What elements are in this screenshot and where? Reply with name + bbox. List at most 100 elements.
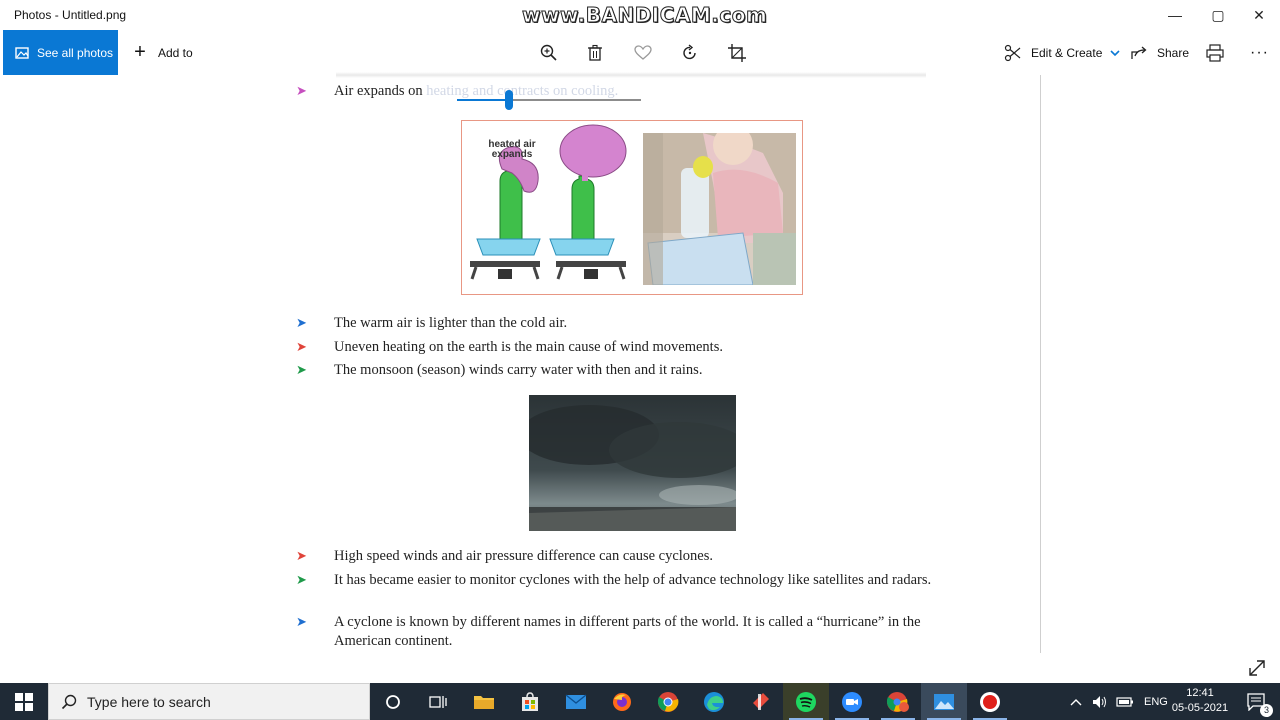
storm-cloud-photo [529,395,736,531]
edge-icon [704,691,724,712]
minimize-button[interactable]: — [1152,0,1198,30]
cortana-icon [386,694,400,709]
firefox-icon [613,692,631,711]
bullet-row: ➤ High speed winds and air pressure diff… [296,547,976,566]
favorite-button[interactable] [633,30,653,75]
mail-icon [565,693,587,709]
trash-icon [588,44,602,61]
task-view-button[interactable] [370,683,416,720]
chevron-down-icon [1110,49,1120,56]
share-icon [1131,46,1147,59]
bullet-arrow-icon: ➤ [296,572,307,587]
task-view-button-2[interactable] [415,683,461,720]
bullet-arrow-icon: ➤ [296,614,307,629]
bullet-row: ➤ The monsoon (season) winds carry water… [296,361,976,380]
bullet-row: ➤ A cyclone is known by different names … [296,613,976,651]
notification-center-button[interactable]: 3 [1234,683,1280,720]
battery-icon[interactable] [1116,696,1134,708]
add-to-button[interactable]: + Add to [130,30,193,75]
rotate-icon [683,43,696,59]
bullet-row: ➤ The warm air is lighter than the cold … [296,314,976,333]
chrome-app[interactable] [645,683,691,720]
share-button[interactable]: Share [1129,30,1189,75]
notification-count-badge: 3 [1260,704,1273,717]
firefox-app[interactable] [599,683,645,720]
share-label: Share [1157,45,1190,60]
bandicam-watermark: www.BANDICAM.com [521,3,768,28]
zoom-app[interactable] [829,683,875,720]
bullet-text: High speed winds and air pressure differ… [334,548,713,564]
store-icon [522,691,538,711]
print-button[interactable] [1205,30,1225,75]
store-app[interactable] [507,683,553,720]
see-all-photos-label: See all photos [37,45,114,60]
edit-create-button[interactable]: Edit & Create [1003,30,1120,75]
bullet-arrow-icon: ➤ [296,83,307,98]
paint-app[interactable] [737,683,783,720]
language-indicator[interactable]: ENG [1144,696,1168,708]
search-placeholder: Type here to search [87,693,211,710]
bullet-row: ➤ It has became easier to monitor cyclon… [296,571,976,590]
search-icon [61,694,77,709]
chevron-up-icon[interactable] [1070,697,1082,707]
paint-brush-icon [753,692,769,710]
bullet-text: It has became easier to monitor cyclones… [334,572,932,588]
chrome-profile-icon [886,691,909,712]
edit-create-icon [1004,44,1021,61]
plus-icon: + [134,41,146,63]
bullet-text: Air expands on [334,83,427,99]
figure-heated-air: heated air expands [461,120,803,295]
zoom-slider[interactable] [457,90,641,110]
mail-app[interactable] [553,683,599,720]
photos-app[interactable] [921,683,967,720]
task-view-icon [429,695,447,708]
windows-logo-icon [15,692,33,711]
printer-icon [1206,43,1224,62]
faded-text: heating and contracts on cooling. [426,83,619,99]
start-button[interactable] [0,683,48,720]
file-explorer-app[interactable] [461,683,507,720]
maximize-button[interactable]: ▢ [1195,0,1241,30]
child-experiment-photo [643,133,796,285]
folder-icon [474,695,494,709]
photos-icon [15,46,29,59]
photos-app-icon [934,693,954,710]
crop-icon [728,43,746,62]
taskbar-search-box[interactable]: Type here to search [48,683,370,720]
close-button[interactable]: ✕ [1236,0,1280,30]
zoom-slider-thumb[interactable] [504,90,513,110]
system-clock[interactable]: 12:41 05-05-2021 [1168,686,1232,716]
bullet-text: Uneven heating on the earth is the main … [334,339,723,355]
spotify-icon [796,691,816,712]
more-options-button[interactable]: ··· [1250,30,1269,75]
bullet-text: The monsoon (season) winds carry water w… [334,362,703,378]
bullet-arrow-icon: ➤ [296,362,307,377]
bandicam-app[interactable] [967,683,1013,720]
chrome-profile-app[interactable] [875,683,921,720]
record-icon [980,691,1000,712]
more-icon: ··· [1250,43,1269,61]
zoom-slider-fill [457,99,509,101]
edit-create-label: Edit & Create [1031,45,1103,60]
crop-button[interactable] [727,30,747,75]
see-all-photos-button[interactable]: See all photos [3,30,118,75]
window-title: Photos - Untitled.png [14,8,127,22]
bullet-row: ➤ Uneven heating on the earth is the mai… [296,338,976,357]
clock-date: 05-05-2021 [1171,702,1229,714]
image-edge-line [1040,75,1041,653]
windows-taskbar: Type here to search ENG 12:41 05-05-2021… [0,683,1280,720]
clock-time: 12:41 [1186,687,1214,699]
rotate-button[interactable] [680,30,700,75]
system-tray: ENG [1070,683,1168,720]
add-to-label: Add to [158,45,193,60]
bullet-text: The warm air is lighter than the cold ai… [334,315,568,331]
zoom-button[interactable] [539,30,559,75]
chrome-icon [657,691,679,712]
heart-icon [634,44,652,60]
spotify-app[interactable] [783,683,829,720]
title-bar: Photos - Untitled.png www.BANDICAM.com —… [0,0,1280,30]
edge-app[interactable] [691,683,737,720]
delete-button[interactable] [585,30,605,75]
volume-icon[interactable] [1092,695,1108,709]
expand-icon[interactable] [1246,657,1268,679]
